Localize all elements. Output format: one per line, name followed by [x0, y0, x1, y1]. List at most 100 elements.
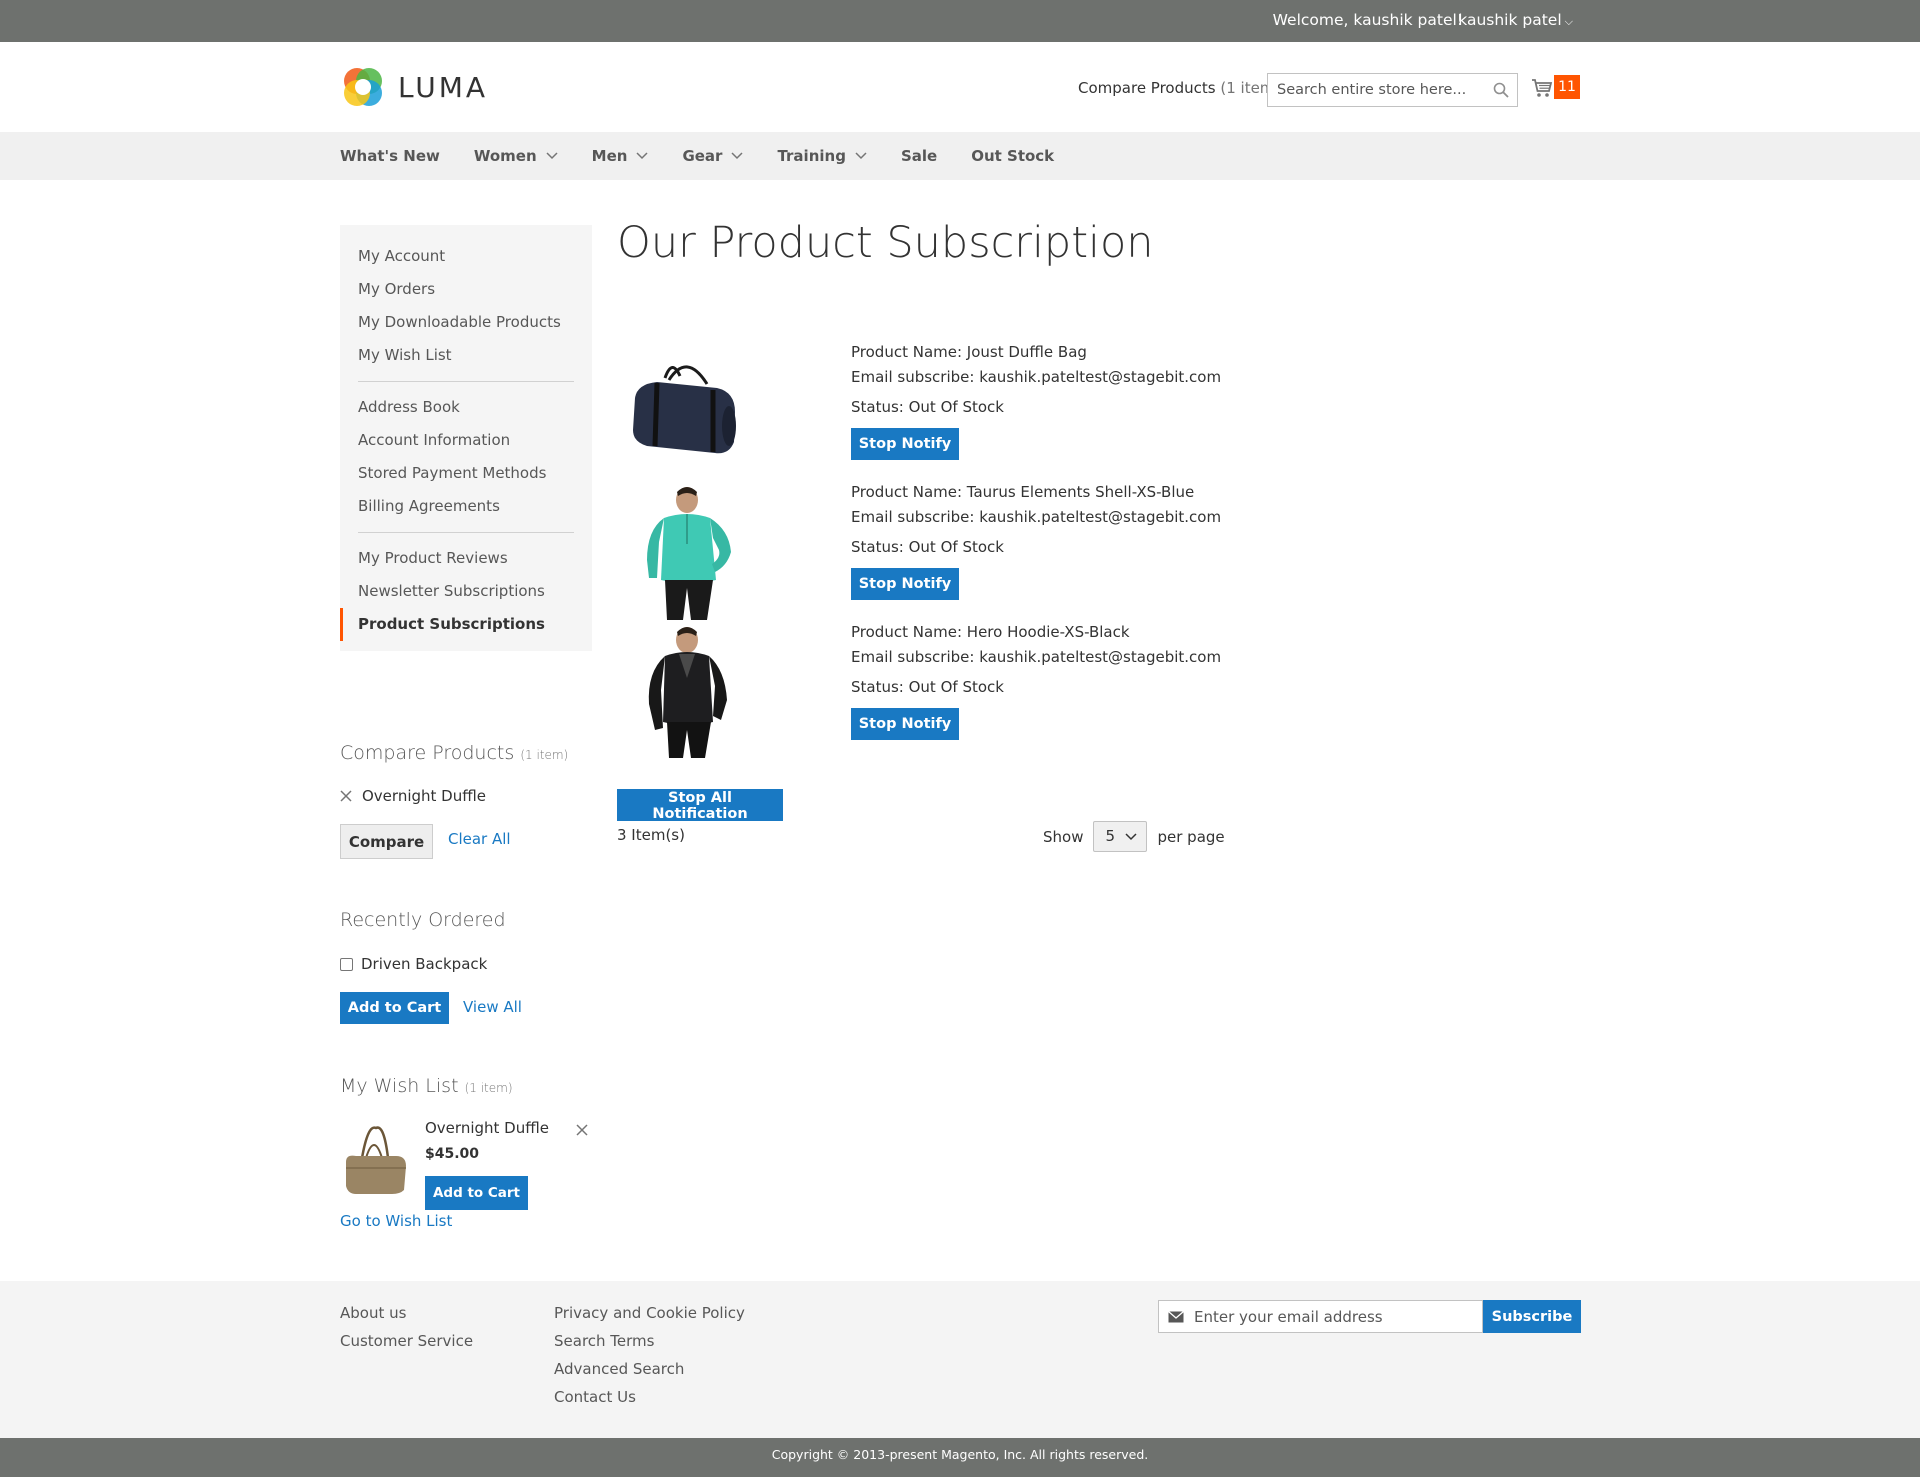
product-image-hoodie [648, 627, 727, 758]
per-page-select[interactable]: 5 [1093, 821, 1148, 852]
search-box [1267, 73, 1518, 107]
footer-link-about-us[interactable]: About us [340, 1299, 473, 1327]
nav-item-sale[interactable]: Sale [901, 147, 937, 165]
subscription-info: Product Name: Hero Hoodie-XS-Black Email… [851, 620, 1221, 700]
chevron-down-icon [731, 152, 743, 160]
account-nav-my-account[interactable]: My Account [340, 240, 592, 273]
divider [358, 532, 574, 533]
account-nav-my-orders[interactable]: My Orders [340, 273, 592, 306]
account-nav-billing-agreements[interactable]: Billing Agreements [340, 490, 592, 523]
nav-item-women[interactable]: Women [474, 147, 558, 165]
nav-item-label: Men [591, 147, 628, 165]
footer-link-privacy-policy[interactable]: Privacy and Cookie Policy [554, 1299, 745, 1327]
product-name: Product Name: Taurus Elements Shell-XS-B… [851, 483, 1195, 501]
account-nav-product-reviews[interactable]: My Product Reviews [340, 542, 592, 575]
chevron-down-icon: ⌵ [1564, 15, 1573, 28]
account-nav-address-book[interactable]: Address Book [340, 391, 592, 424]
minicart[interactable]: 11 [1531, 75, 1581, 103]
account-nav-product-subscriptions[interactable]: Product Subscriptions [340, 608, 592, 641]
search-input[interactable] [1268, 74, 1478, 106]
product-image-duffle-bag [633, 365, 736, 454]
welcome-message: Welcome, kaushik patel! [1272, 11, 1463, 29]
nav-item-label: Women [473, 147, 537, 165]
chevron-down-icon [546, 152, 558, 160]
nav-item-whats-new[interactable]: What's New [340, 147, 440, 165]
remove-icon[interactable] [576, 1124, 588, 1136]
nav-item-out-stock[interactable]: Out Stock [971, 147, 1054, 165]
nav-item-gear[interactable]: Gear [682, 147, 743, 165]
compare-products-label: Compare Products [1078, 79, 1216, 97]
product-name: Product Name: Joust Duffle Bag [851, 343, 1087, 361]
search-icon[interactable] [1493, 82, 1509, 98]
stop-all-notification-button[interactable]: Stop All Notification [617, 789, 783, 822]
cart-icon [1532, 79, 1553, 97]
stock-status: Status: Out Of Stock [851, 538, 1004, 556]
main-navigation: What's New Women Men Gear Training Sale … [0, 132, 1920, 180]
nav-item-label: What's New [340, 147, 440, 165]
wishlist-product-image[interactable] [340, 1118, 410, 1198]
stock-status: Status: Out Of Stock [851, 678, 1004, 696]
nav-item-men[interactable]: Men [592, 147, 649, 165]
wishlist-item-price: $45.00 [425, 1146, 480, 1162]
add-to-cart-button[interactable]: Add to Cart [340, 992, 449, 1024]
view-all-link[interactable]: View All [463, 998, 522, 1016]
stop-notify-button[interactable]: Stop Notify [851, 428, 959, 460]
reorder-item-name[interactable]: Driven Backpack [361, 955, 487, 973]
subscription-info: Product Name: Taurus Elements Shell-XS-B… [851, 480, 1221, 560]
footer-link-contact-us[interactable]: Contact Us [554, 1383, 745, 1411]
recently-ordered-item: Driven Backpack [340, 955, 487, 973]
logo-wordmark: LUMA [398, 70, 489, 104]
limiter-per-page-label: per page [1157, 827, 1225, 846]
reorder-checkbox[interactable] [340, 957, 353, 971]
items-count: 3 Item(s) [617, 826, 685, 844]
compare-block-count: (1 item) [520, 748, 569, 762]
footer-link-customer-service[interactable]: Customer Service [340, 1327, 473, 1355]
account-nav-newsletter-subscriptions[interactable]: Newsletter Subscriptions [340, 575, 592, 608]
newsletter-form: Subscribe [1158, 1300, 1581, 1333]
nav-item-label: Sale [900, 147, 938, 165]
cart-count-badge: 11 [1554, 75, 1580, 99]
go-to-wishlist-link[interactable]: Go to Wish List [340, 1212, 452, 1230]
page-header: LUMA Compare Products (1 item) 11 [0, 42, 1920, 132]
customer-name: kaushik patel [1458, 11, 1562, 29]
product-name: Product Name: Hero Hoodie-XS-Black [851, 623, 1130, 641]
stop-notify-button[interactable]: Stop Notify [851, 708, 959, 740]
nav-item-label: Training [777, 147, 846, 165]
stop-notify-button[interactable]: Stop Notify [851, 568, 959, 600]
footer-link-advanced-search[interactable]: Advanced Search [554, 1355, 745, 1383]
subscriber-email: Email subscribe: kaushik.pateltest@stage… [851, 508, 1222, 526]
clear-all-link[interactable]: Clear All [448, 830, 511, 848]
newsletter-field [1158, 1300, 1483, 1333]
top-bar: Welcome, kaushik patel! kaushik patel ⌵ [0, 0, 1920, 42]
account-nav-account-information[interactable]: Account Information [340, 424, 592, 457]
nav-item-label: Out Stock [971, 147, 1055, 165]
limiter-show-label: Show [1043, 827, 1084, 846]
account-nav-downloadable-products[interactable]: My Downloadable Products [340, 306, 592, 339]
stock-status: Status: Out Of Stock [851, 398, 1004, 416]
compare-button[interactable]: Compare [340, 824, 433, 859]
wishlist-item-name[interactable]: Overnight Duffle [425, 1119, 549, 1137]
copyright: Copyright © 2013-present Magento, Inc. A… [0, 1438, 1920, 1477]
product-image-shell-jacket [647, 487, 731, 620]
store-logo[interactable]: LUMA [340, 64, 488, 110]
wishlist-add-to-cart-button[interactable]: Add to Cart [425, 1176, 528, 1210]
account-nav-stored-payment-methods[interactable]: Stored Payment Methods [340, 457, 592, 490]
subscriber-email: Email subscribe: kaushik.pateltest@stage… [851, 368, 1222, 386]
account-nav-wish-list[interactable]: My Wish List [340, 339, 592, 372]
compare-block-title: Compare Products (1 item) [340, 742, 568, 764]
chevron-down-icon [1125, 833, 1138, 841]
newsletter-email-input[interactable] [1159, 1301, 1482, 1332]
footer-link-search-terms[interactable]: Search Terms [554, 1327, 745, 1355]
subscribe-button[interactable]: Subscribe [1483, 1300, 1581, 1333]
wishlist-block-title-text: My Wish List [340, 1075, 459, 1097]
subscription-info: Product Name: Joust Duffle Bag Email sub… [851, 340, 1221, 420]
compare-products-link[interactable]: Compare Products (1 item) [1078, 79, 1280, 97]
remove-icon[interactable] [340, 790, 352, 802]
compare-item-name[interactable]: Overnight Duffle [362, 787, 486, 805]
nav-item-training[interactable]: Training [777, 147, 867, 165]
customer-menu-toggle[interactable]: kaushik patel ⌵ [1458, 11, 1573, 29]
recently-ordered-title: Recently Ordered [340, 909, 506, 931]
chevron-down-icon [636, 152, 648, 160]
footer-links-column: About us Customer Service [340, 1299, 473, 1355]
account-navigation: My Account My Orders My Downloadable Pro… [340, 225, 592, 651]
